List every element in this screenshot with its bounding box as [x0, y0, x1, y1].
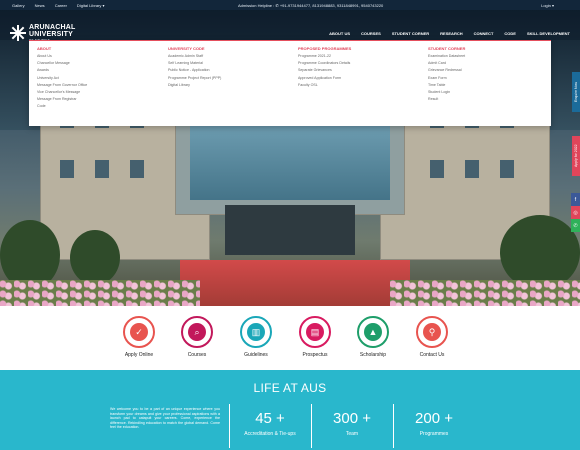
search-icon: ⌕ — [188, 323, 206, 341]
gallery-link[interactable]: Gallery — [12, 3, 25, 8]
quick-link-label: Apply Online — [124, 352, 154, 358]
quick-link-courses[interactable]: ⌕ Courses — [172, 316, 222, 358]
apply-tab[interactable]: Apply for 2022 — [572, 136, 580, 176]
nav-student-corner[interactable]: STUDENT CORNER — [392, 31, 429, 36]
quick-link-contact-us[interactable]: ⚲ Contact Us — [407, 316, 457, 358]
nav-skill-development[interactable]: SKILL DEVELOPMENT — [527, 31, 570, 36]
mega-menu-item[interactable]: Message From Governor Office — [37, 83, 157, 87]
mega-menu-item[interactable]: Vice Chancellor's Message — [37, 90, 157, 94]
mega-menu-item[interactable]: Public Notice - Application — [168, 68, 288, 72]
mega-menu-item[interactable]: Programme Project Report (PPP) — [168, 76, 288, 80]
mega-menu-item[interactable]: Faculty OSL — [298, 83, 418, 87]
mega-menu-item[interactable]: Awards — [37, 68, 157, 72]
whatsapp-icon[interactable]: ✆ — [571, 219, 580, 232]
mega-menu-item[interactable]: University Act — [37, 76, 157, 80]
quick-link-label: Prospectus — [302, 352, 328, 358]
mega-menu-item[interactable]: Separate Grievances — [298, 68, 418, 72]
enquire-now-tab[interactable]: Enquire Now — [572, 72, 580, 112]
mega-menu-item[interactable]: Exam Form — [428, 76, 548, 80]
mega-column-title: UNIVERSITY CODE — [168, 46, 205, 51]
nav-about-us[interactable]: ABOUT US — [329, 31, 350, 36]
stat-team: 300 + Team — [307, 410, 397, 437]
nav-research[interactable]: RESEARCH — [440, 31, 462, 36]
logo-line-2: UNIVERSITY — [29, 31, 74, 38]
news-link[interactable]: News — [35, 3, 45, 8]
mega-menu-item[interactable]: Time Table — [428, 83, 548, 87]
mega-menu-item[interactable]: Code — [37, 104, 157, 108]
mega-menu-item[interactable]: Digital Library — [168, 83, 288, 87]
mega-menu-item[interactable]: Message From Registrar — [37, 97, 157, 101]
quick-link-prospectus[interactable]: ▤ Prospectus — [290, 316, 340, 358]
mega-menu-item[interactable]: Student Login — [428, 90, 548, 94]
mega-menu-item[interactable]: About Us — [37, 54, 157, 58]
document-icon: ▤ — [306, 323, 324, 341]
logo-line-1: ARUNACHAL — [29, 24, 76, 31]
life-at-aus-section: LIFE AT AUS We welcome you to be a part … — [0, 370, 580, 450]
mega-menu-item[interactable]: Chancellor Message — [37, 61, 157, 65]
mega-menu-item[interactable]: Examination Datasheet — [428, 54, 548, 58]
mega-menu-item[interactable]: Programme Coordinators Details — [298, 61, 418, 65]
facebook-icon[interactable]: f — [571, 193, 580, 206]
nav-connect[interactable]: CONNECT — [474, 31, 494, 36]
mega-menu-item[interactable]: Admit Card — [428, 61, 548, 65]
stat-caption: Team — [345, 431, 359, 437]
main-header: ARUNACHAL UNIVERSITY OF STUDIES ABOUT US… — [0, 10, 580, 42]
mega-menu-item[interactable]: Grievance Redressal — [428, 68, 548, 72]
stat-number: 45 + — [255, 410, 285, 427]
quick-link-label: Scholarship — [359, 352, 387, 358]
mega-column-title: STUDENT CORNER — [428, 46, 466, 51]
stat-caption: Accreditation & Tie-ups — [244, 431, 296, 437]
building-icon: ▥ — [247, 323, 265, 341]
mega-menu-item[interactable]: Programme 2021-22 — [298, 54, 418, 58]
stat-programmes: 200 + Programmes — [389, 410, 479, 437]
login-dropdown[interactable]: Login ▾ — [541, 3, 554, 8]
quick-link-apply-online[interactable]: ✓ Apply Online — [114, 316, 164, 358]
mega-column-title: ABOUT — [37, 46, 52, 51]
quick-link-label: Courses — [187, 352, 207, 358]
mega-column-student-corner: STUDENT CORNER Examination Datasheet Adm… — [428, 46, 548, 104]
top-utility-bar: Gallery News Career Digital Library ▾ Ad… — [0, 0, 580, 10]
check-icon: ✓ — [130, 323, 148, 341]
nav-code[interactable]: CODE — [504, 31, 516, 36]
mega-menu-item[interactable]: Academic Admin Staff — [168, 54, 288, 58]
quick-link-scholarship[interactable]: ▲ Scholarship — [348, 316, 398, 358]
quick-link-label: Contact Us — [419, 352, 445, 358]
quick-links-bar: ✓ Apply Online ⌕ Courses ▥ Guidelines ▤ … — [0, 306, 580, 370]
stat-accreditation: 45 + Accreditation & Tie-ups — [225, 410, 315, 437]
quick-link-label: Guidelines — [244, 352, 268, 358]
section-title: LIFE AT AUS — [253, 381, 327, 395]
quick-link-guidelines[interactable]: ▥ Guidelines — [231, 316, 281, 358]
graduation-cap-icon: ▲ — [364, 323, 382, 341]
mega-column-proposed-programmes: PROPOSED PROGRAMMES Programme 2021-22 Pr… — [298, 46, 418, 90]
mega-menu-item[interactable]: Approved Application Form — [298, 76, 418, 80]
mega-column-university-code: UNIVERSITY CODE Academic Admin Staff Sel… — [168, 46, 288, 90]
mega-column-title: PROPOSED PROGRAMMES — [298, 46, 352, 51]
mega-column-about: ABOUT About Us Chancellor Message Awards… — [37, 46, 157, 112]
career-link[interactable]: Career — [55, 3, 67, 8]
mega-menu-item[interactable]: Result — [428, 97, 548, 101]
primary-nav: ABOUT US COURSES STUDENT CORNER RESEARCH… — [318, 31, 570, 36]
location-pin-icon: ⚲ — [423, 323, 441, 341]
stat-number: 300 + — [333, 410, 371, 427]
intro-paragraph: We welcome you to be a part of an unique… — [110, 407, 220, 430]
about-mega-menu: ABOUT About Us Chancellor Message Awards… — [29, 40, 551, 126]
stat-number: 200 + — [415, 410, 453, 427]
instagram-icon[interactable]: ◎ — [571, 206, 580, 219]
stat-caption: Programmes — [419, 431, 449, 437]
nav-courses[interactable]: COURSES — [361, 31, 381, 36]
admission-helpline: Admission Helpline : ✆ +91-9731944477, 8… — [238, 3, 384, 8]
digital-library-dropdown[interactable]: Digital Library ▾ — [77, 3, 105, 8]
sun-emblem-icon — [10, 25, 26, 41]
mega-menu-item[interactable]: Self Learning Material — [168, 61, 288, 65]
